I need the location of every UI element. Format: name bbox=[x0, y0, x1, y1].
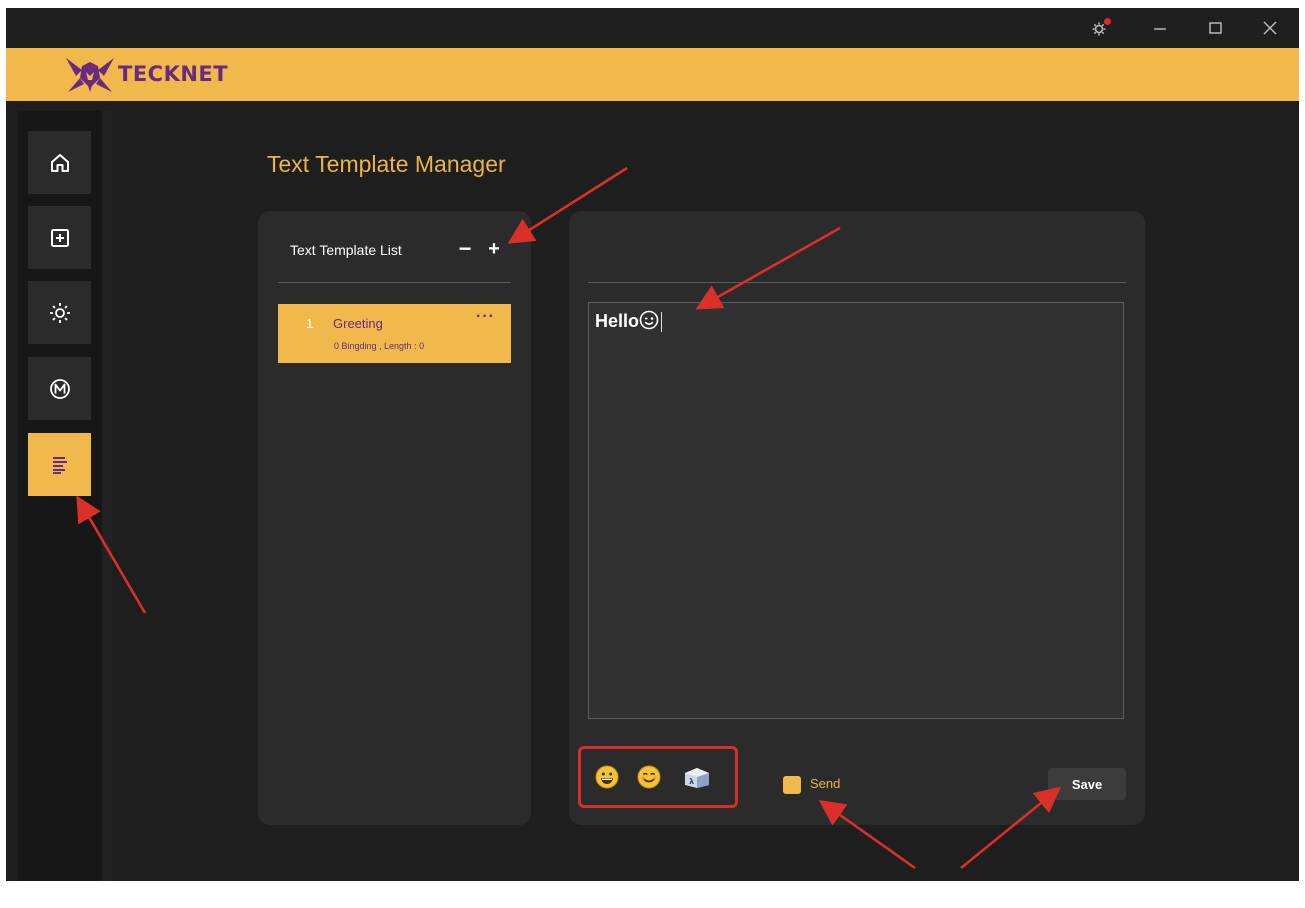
close-icon[interactable] bbox=[1257, 15, 1283, 41]
template-editor-panel: Hello λ Send Save bbox=[569, 211, 1145, 825]
template-index: 1 bbox=[306, 316, 314, 331]
text-lines-icon bbox=[52, 456, 67, 474]
minimize-icon[interactable] bbox=[1147, 15, 1173, 41]
list-divider bbox=[278, 282, 511, 283]
macro-m-icon bbox=[49, 378, 70, 399]
editor-divider bbox=[588, 282, 1126, 283]
save-button[interactable]: Save bbox=[1048, 768, 1126, 800]
more-options-icon[interactable]: ··· bbox=[476, 308, 495, 326]
home-icon bbox=[50, 153, 69, 172]
svg-text:λ: λ bbox=[689, 777, 694, 786]
send-checkbox[interactable] bbox=[783, 776, 801, 794]
sidebar bbox=[18, 111, 102, 881]
emoji-toolbar: λ bbox=[578, 746, 738, 808]
notification-dot bbox=[1104, 18, 1111, 25]
smiling-emoji-icon[interactable] bbox=[637, 765, 661, 789]
main-content: Text Template Manager Text Template List… bbox=[6, 101, 1299, 881]
send-label: Send bbox=[810, 776, 841, 791]
template-list-item[interactable]: 1 Greeting ··· 0 Bingding , Length : 0 bbox=[278, 304, 511, 363]
sidebar-divider bbox=[102, 111, 112, 881]
sun-icon bbox=[49, 302, 70, 323]
settings-icon[interactable] bbox=[1088, 15, 1114, 41]
sidebar-item-lighting[interactable] bbox=[28, 281, 91, 344]
template-text-editor[interactable]: Hello bbox=[588, 302, 1124, 719]
template-list-panel: Text Template List − + 1 Greeting ··· 0 … bbox=[258, 211, 531, 825]
variable-box-icon[interactable]: λ bbox=[682, 765, 712, 789]
editor-text: Hello bbox=[595, 311, 640, 331]
sidebar-item-text-templates[interactable] bbox=[28, 433, 91, 496]
page-title: Text Template Manager bbox=[267, 151, 506, 177]
app-window: TECKNET Text Template Manager Text Templ… bbox=[6, 8, 1299, 881]
tecknet-logo-icon bbox=[66, 58, 114, 92]
title-bar bbox=[6, 8, 1299, 48]
maximize-icon[interactable] bbox=[1202, 15, 1228, 41]
sidebar-item-home[interactable] bbox=[28, 131, 91, 194]
brand-name: TECKNET bbox=[118, 62, 229, 86]
template-name: Greeting bbox=[333, 316, 383, 331]
template-meta: 0 Bingding , Length : 0 bbox=[334, 341, 425, 351]
sidebar-item-macro[interactable] bbox=[28, 357, 91, 420]
grinning-emoji-icon[interactable] bbox=[595, 765, 619, 789]
wink-emoji-icon bbox=[639, 310, 659, 330]
brand-bar: TECKNET bbox=[6, 48, 1299, 101]
add-template-button[interactable]: + bbox=[486, 235, 502, 263]
remove-template-button[interactable]: − bbox=[457, 235, 473, 263]
text-caret bbox=[661, 312, 663, 333]
sidebar-item-add[interactable] bbox=[28, 206, 91, 269]
template-list-header: Text Template List bbox=[290, 242, 402, 258]
plus-square-icon bbox=[50, 228, 69, 247]
